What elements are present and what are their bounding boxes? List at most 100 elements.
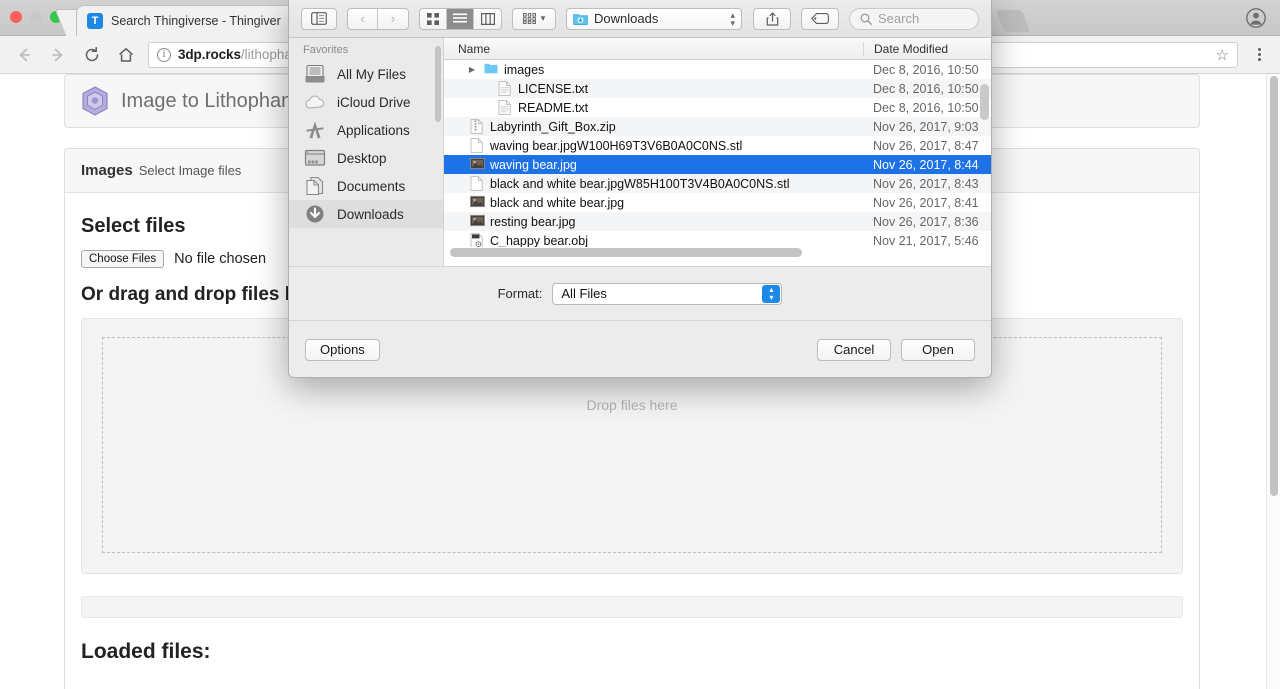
file-name-cell: waving bear.jpgW100H69T3V6B0A0C0NS.stl — [444, 138, 863, 153]
chevron-left-icon[interactable]: ‹ — [348, 8, 378, 29]
no-file-chosen-label: No file chosen — [174, 251, 267, 267]
arrange-by-button[interactable]: ▾ — [512, 7, 556, 30]
cancel-button[interactable]: Cancel — [817, 338, 891, 361]
card-header-subtitle: Select Image files — [138, 163, 242, 178]
sidebar-item-icloud-drive[interactable]: iCloud Drive — [289, 88, 443, 116]
sidebar-item-downloads[interactable]: Downloads — [289, 200, 443, 228]
sidebar-item-label: Desktop — [337, 150, 387, 166]
star-icon[interactable]: ☆ — [1216, 46, 1229, 64]
path-popup-button[interactable]: Downloads ▴ ▾ — [566, 7, 742, 30]
table-row[interactable]: waving bear.jpg Nov 26, 2017, 8:44 — [444, 155, 991, 174]
table-row[interactable]: README.txt Dec 8, 2016, 10:50 — [444, 98, 991, 117]
kebab-menu-icon[interactable] — [1246, 42, 1272, 68]
table-row[interactable]: LICENSE.txt Dec 8, 2016, 10:50 — [444, 79, 991, 98]
dialog-footer-actions: Cancel Open — [817, 338, 975, 361]
screen: T Search Thingiverse - Thingiver i 3dp.r… — [0, 0, 1280, 689]
file-name-cell: black and white bear.jpgW85H100T3V4B0A0C… — [444, 176, 863, 191]
list-view-icon[interactable] — [447, 8, 474, 29]
downloads-icon — [303, 203, 327, 225]
file-list-rows: ▶ images Dec 8, 2016, 10:50 LICENSE.txt Dec … — [444, 60, 991, 247]
file-name-label: waving bear.jpgW100H69T3V6B0A0C0NS.stl — [490, 138, 743, 153]
desktop-icon — [303, 147, 327, 169]
table-row[interactable]: black and white bear.jpg Nov 26, 2017, 8:… — [444, 193, 991, 212]
generic-file-icon — [470, 138, 484, 153]
sidebar-scrollbar[interactable] — [435, 44, 441, 244]
share-icon[interactable] — [753, 7, 791, 30]
dialog-main-area: Favorites All My Files iCloud Drive Appl… — [289, 38, 991, 266]
page-scrollbar[interactable] — [1266, 74, 1280, 689]
folder-icon — [484, 62, 498, 77]
file-name-label: black and white bear.jpg — [490, 195, 625, 210]
grid-view-icon[interactable] — [420, 8, 447, 29]
file-list-vertical-scrollbar[interactable] — [980, 62, 989, 222]
table-row[interactable]: C_happy bear.obj Nov 21, 2017, 5:46 — [444, 231, 991, 247]
open-button[interactable]: Open — [901, 338, 975, 361]
documents-icon — [303, 175, 327, 197]
file-date-cell: Nov 26, 2017, 8:44 — [873, 157, 979, 172]
close-window-button[interactable] — [10, 11, 22, 23]
account-avatar-icon[interactable] — [1246, 8, 1266, 28]
table-row[interactable]: Labyrinth_Gift_Box.zip Nov 26, 2017, 9:03 — [444, 117, 991, 136]
file-name-cell: README.txt — [444, 100, 863, 115]
chevron-right-icon[interactable]: › — [378, 9, 408, 29]
dialog-sidebar: Favorites All My Files iCloud Drive Appl… — [289, 38, 444, 266]
table-row[interactable]: ▶ images Dec 8, 2016, 10:50 — [444, 60, 991, 79]
file-name-label: black and white bear.jpgW85H100T3V4B0A0C… — [490, 176, 790, 191]
table-row[interactable]: waving bear.jpgW100H69T3V6B0A0C0NS.stl No… — [444, 136, 991, 155]
search-input[interactable]: Search — [849, 7, 979, 30]
format-select[interactable]: All Files ▴ ▾ — [552, 282, 783, 305]
file-name-cell: ▶ images — [444, 62, 863, 77]
browser-tab[interactable]: T Search Thingiverse - Thingiver — [76, 5, 304, 36]
text-file-icon — [498, 100, 512, 115]
page-title: Image to Lithophane — [121, 89, 304, 112]
downloads-folder-icon — [573, 12, 588, 25]
arrange-by-icon — [522, 13, 537, 24]
file-name-label: images — [504, 62, 545, 77]
chevron-down-icon: ▾ — [540, 13, 546, 23]
table-row[interactable]: resting bear.jpg Nov 26, 2017, 8:36 — [444, 212, 991, 231]
format-row: Format: All Files ▴ ▾ — [289, 266, 991, 320]
file-name-label: waving bear.jpg — [490, 157, 577, 172]
sidebar-item-label: Applications — [337, 122, 410, 138]
info-icon[interactable]: i — [157, 47, 171, 62]
view-mode-segmented-control — [419, 7, 502, 30]
home-icon[interactable] — [112, 41, 140, 69]
options-button[interactable]: Options — [305, 338, 380, 361]
file-name-cell: Labyrinth_Gift_Box.zip — [444, 119, 863, 134]
image-file-icon — [470, 195, 485, 210]
column-header-date[interactable]: Date Modified — [863, 41, 991, 56]
sidebar-item-all-my-files[interactable]: All My Files — [289, 60, 443, 88]
sidebar-item-applications[interactable]: Applications — [289, 116, 443, 144]
format-label: Format: — [497, 286, 543, 301]
dialog-toolbar-right: Search — [753, 7, 979, 30]
table-row[interactable]: black and white bear.jpgW85H100T3V4B0A0C… — [444, 174, 991, 193]
file-date-cell: Nov 26, 2017, 8:41 — [873, 195, 979, 210]
new-tab-icon[interactable] — [995, 10, 1031, 34]
dropzone-label: Drop files here — [586, 397, 678, 413]
stepper-arrows-icon: ▴ ▾ — [762, 284, 781, 303]
file-list-horizontal-scrollbar[interactable] — [444, 246, 991, 258]
sidebar-item-documents[interactable]: Documents — [289, 172, 443, 200]
sidebar-item-label: All My Files — [337, 66, 407, 82]
back-arrow-icon[interactable] — [10, 41, 38, 69]
column-header-name[interactable]: Name — [444, 42, 863, 56]
card-header-title: Images — [81, 162, 133, 179]
icloud-drive-icon — [303, 91, 327, 113]
forward-arrow-icon[interactable] — [44, 41, 72, 69]
tag-icon[interactable] — [801, 7, 839, 30]
image-file-icon — [470, 214, 485, 229]
reload-icon[interactable] — [78, 41, 106, 69]
choose-files-button[interactable]: Choose Files — [81, 250, 165, 268]
sidebar-item-desktop[interactable]: Desktop — [289, 144, 443, 172]
disclosure-triangle-icon[interactable]: ▶ — [466, 65, 478, 74]
tab-title: Search Thingiverse - Thingiver — [111, 14, 281, 28]
file-date-cell: Dec 8, 2016, 10:50 — [873, 62, 979, 77]
sidebar-toggle-icon[interactable] — [301, 7, 337, 30]
loaded-files-heading: Loaded files: — [81, 640, 211, 663]
minimize-window-button[interactable] — [30, 11, 42, 23]
file-date-cell: Dec 8, 2016, 10:50 — [873, 100, 979, 115]
obj-file-icon — [470, 233, 484, 247]
text-file-icon — [498, 81, 512, 96]
column-view-icon[interactable] — [474, 9, 501, 29]
stepper-arrows-icon: ▴ ▾ — [730, 9, 735, 28]
